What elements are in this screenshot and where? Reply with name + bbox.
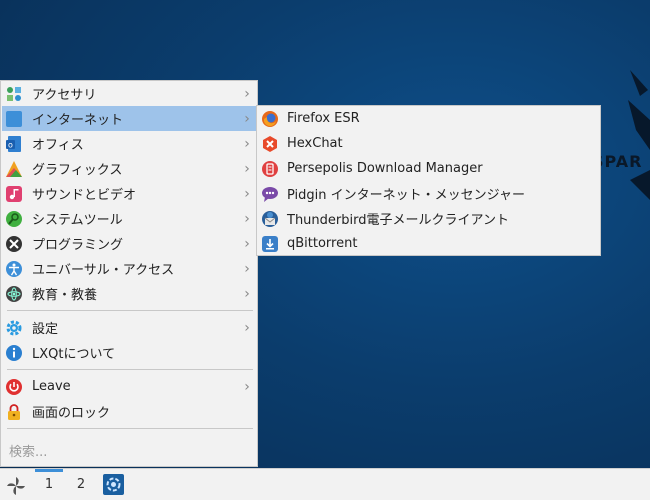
desktop-switch-1[interactable]: 1 [35,469,63,500]
taskbar: 1 2 [0,468,650,500]
hexchat-icon [261,135,279,153]
menu-item-leave[interactable]: Leave › [2,374,257,399]
pidgin-icon [261,185,279,203]
submenu-item-label: Thunderbird電子メールクライアント [287,213,509,228]
info-icon [5,344,23,362]
menu-item-label: Leave [32,379,71,394]
menu-item-universal-access[interactable]: ユニバーサル・アクセス › [2,256,257,281]
menu-item-office[interactable]: o オフィス › [2,131,257,156]
submenu-item-label: Firefox ESR [287,111,360,126]
svg-text:o: o [8,140,13,149]
menu-item-label: システムツール [32,213,123,228]
menu-item-label: 画面のロック [32,406,111,421]
submenu-item-label: Persepolis Download Manager [287,161,483,176]
accessibility-icon [5,260,23,278]
menu-item-label: インターネット [32,113,124,128]
chevron-right-icon: › [244,285,250,302]
submenu-item-persepolis[interactable]: Persepolis Download Manager [258,156,600,181]
menu-item-settings[interactable]: 設定 › [2,315,257,340]
menu-item-label: ユニバーサル・アクセス [32,263,175,278]
internet-submenu: Firefox ESR HexChat Persepolis Download … [256,105,601,256]
menu-item-sound-video[interactable]: サウンドとビデオ › [2,181,257,206]
menu-divider [7,310,253,311]
lock-icon [5,403,23,421]
menu-divider [7,369,253,370]
menu-item-label: アクセサリ [32,88,97,103]
menu-divider [7,428,253,429]
menu-item-accessories[interactable]: アクセサリ › [2,81,257,106]
start-menu-icon[interactable] [6,476,26,496]
submenu-item-label: HexChat [287,136,343,151]
menu-item-label: 教育・教養 [32,288,98,303]
menu-item-education[interactable]: 教育・教養 › [2,281,257,306]
submenu-item-hexchat[interactable]: HexChat [258,131,600,156]
application-menu: アクセサリ › インターネット › o オフィス › グラフィックス › サウン… [0,80,258,467]
internet-icon [5,110,23,128]
accessories-icon [5,85,23,103]
firefox-icon [261,110,279,128]
submenu-item-thunderbird[interactable]: Thunderbird電子メールクライアント [258,206,600,231]
thunderbird-icon [261,210,279,228]
gear-icon [5,319,23,337]
menu-item-about[interactable]: LXQtについて [2,340,257,365]
menu-item-label: 設定 [32,322,59,337]
chevron-right-icon: › [244,260,250,277]
chevron-right-icon: › [244,185,250,202]
menu-item-graphics[interactable]: グラフィックス › [2,156,257,181]
app-launcher-icon[interactable] [103,474,124,495]
submenu-item-label: qBittorrent [287,236,358,251]
desktop-switch-2[interactable]: 2 [67,469,95,500]
menu-item-programming[interactable]: プログラミング › [2,231,257,256]
power-icon [5,378,23,396]
submenu-item-pidgin[interactable]: Pidgin インターネット・メッセンジャー [258,181,600,206]
menu-item-label: LXQtについて [32,347,116,362]
menu-item-label: グラフィックス [32,163,123,178]
chevron-right-icon: › [244,210,250,227]
menu-item-label: オフィス [32,138,84,153]
programming-icon [5,235,23,253]
menu-item-label: サウンドとビデオ [32,188,137,203]
submenu-item-firefox[interactable]: Firefox ESR [258,106,600,131]
menu-item-label: プログラミング [32,238,124,253]
system-tools-icon [5,210,23,228]
sound-video-icon [5,185,23,203]
qbittorrent-icon [261,235,279,253]
chevron-right-icon: › [244,85,250,102]
menu-item-system-tools[interactable]: システムツール › [2,206,257,231]
chevron-right-icon: › [244,319,250,336]
graphics-icon [5,160,23,178]
distro-logo-icon [628,70,650,200]
menu-item-internet[interactable]: インターネット › [2,106,257,131]
office-icon: o [5,135,23,153]
search-input[interactable]: 検索... [9,441,47,460]
education-icon [5,285,23,303]
chevron-right-icon: › [244,235,250,252]
submenu-item-label: Pidgin インターネット・メッセンジャー [287,188,526,203]
menu-item-lock-screen[interactable]: 画面のロック [2,399,257,424]
chevron-right-icon: › [244,160,250,177]
persepolis-icon [261,160,279,178]
chevron-right-icon: › [244,135,250,152]
submenu-item-qbittorrent[interactable]: qBittorrent [258,231,600,256]
chevron-right-icon: › [244,378,250,395]
chevron-right-icon: › [244,110,250,127]
